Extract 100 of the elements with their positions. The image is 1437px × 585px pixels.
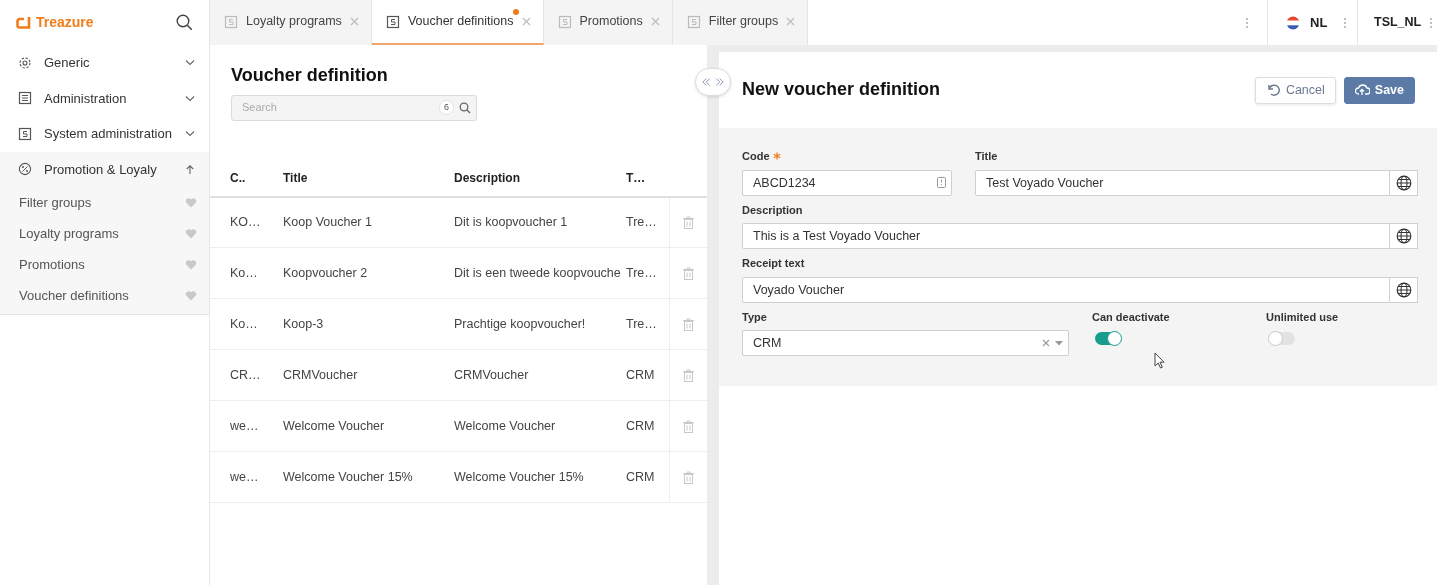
close-icon <box>521 17 531 26</box>
delete-button[interactable] <box>682 470 694 484</box>
dollar-document-icon <box>385 14 400 29</box>
menu-link[interactable]: Promotions <box>19 254 85 275</box>
table-cell: Koopvoucher 2 <box>283 265 368 280</box>
column-header[interactable]: Title <box>283 171 308 186</box>
toggle-switch[interactable] <box>1095 332 1121 345</box>
document-icon <box>937 177 946 188</box>
input-field[interactable]: Voyado Voucher <box>742 276 1390 303</box>
heart-icon <box>185 290 197 301</box>
dollar-document-icon <box>686 14 701 29</box>
table-cell: Welcome Voucher <box>454 418 556 433</box>
table-cell: KO… <box>230 214 261 229</box>
flag-icon <box>1286 15 1300 30</box>
table-cell: Tre… <box>626 265 657 280</box>
translate-button[interactable] <box>1390 169 1418 196</box>
field-label: Title <box>975 149 999 164</box>
delete-button[interactable] <box>682 419 694 433</box>
double-chevron-icon <box>702 77 724 87</box>
gear-icon <box>18 55 32 70</box>
heart-icon <box>185 259 197 270</box>
sidebar-item[interactable]: System administration <box>0 116 209 152</box>
field-label: Code <box>742 148 952 165</box>
column-header[interactable]: C.. <box>230 171 246 186</box>
menu-link[interactable]: Loyalty programs <box>19 223 119 244</box>
input-field[interactable]: ABCD1234 <box>742 169 952 196</box>
delete-button[interactable] <box>682 216 694 230</box>
dollar-document-icon <box>557 14 572 29</box>
field-label: Unlimited use <box>1266 309 1340 325</box>
table-cell: CRM <box>626 418 655 433</box>
kebab-menu-icon <box>1245 16 1249 29</box>
sidebar-item[interactable]: Promotion & Loyaly <box>0 151 209 187</box>
tab[interactable]: Filter groups <box>672 0 809 45</box>
language-label[interactable]: NL <box>1310 12 1333 33</box>
field-label: Receipt text <box>742 256 806 271</box>
globe-icon <box>1395 281 1412 298</box>
percent-icon <box>18 162 32 177</box>
column-header[interactable]: Description <box>454 171 520 186</box>
table-cell: Koop-3 <box>283 316 324 331</box>
chevron-down-icon <box>185 59 195 67</box>
field-label: Can deactivate <box>1092 309 1171 325</box>
tab[interactable]: Promotions <box>543 0 673 45</box>
tenant-label[interactable]: TSL_NL <box>1374 13 1423 32</box>
chevron-down-icon <box>185 94 195 102</box>
globe-icon <box>1395 228 1412 244</box>
panel-title: Voucher definition <box>231 65 389 87</box>
menu-link[interactable]: Voucher definitions <box>19 285 129 306</box>
chevron-down-icon <box>185 130 195 138</box>
cancel-button[interactable]: Cancel <box>1254 76 1336 104</box>
table-cell: we… <box>230 418 259 433</box>
tab[interactable]: Voucher definitions <box>371 0 544 45</box>
table-cell: Tre… <box>626 316 657 331</box>
translate-button[interactable] <box>1390 223 1418 249</box>
table-cell: Koop Voucher 1 <box>283 214 372 229</box>
clear-icon <box>1042 339 1050 347</box>
document-icon <box>18 91 32 106</box>
translate-button[interactable] <box>1390 276 1418 303</box>
kebab-menu-icon <box>1343 16 1347 29</box>
logo-icon <box>16 15 32 30</box>
table-cell: CRMVoucher <box>283 367 358 382</box>
arrow-up-icon <box>185 163 195 175</box>
close-icon <box>650 17 660 26</box>
required-icon <box>772 152 781 160</box>
form-title: New voucher definition <box>742 79 941 101</box>
table-cell: Prachtige koopvoucher! <box>454 316 586 331</box>
search-icon <box>459 101 471 114</box>
delete-button[interactable] <box>682 368 694 382</box>
menu-link[interactable]: Filter groups <box>19 192 92 213</box>
field-label: Type <box>742 309 768 325</box>
dollar-document-icon <box>18 126 32 141</box>
field-label: Description <box>742 202 804 218</box>
toggle-switch[interactable] <box>1269 332 1295 345</box>
type-select[interactable]: CRM <box>742 330 1069 356</box>
collapse-toggle[interactable] <box>695 68 731 96</box>
table-cell: Welcome Voucher <box>283 418 385 433</box>
globe-icon <box>1395 174 1412 191</box>
input-field[interactable]: Test Voyado Voucher <box>975 169 1390 196</box>
save-button[interactable]: Save <box>1343 76 1415 104</box>
column-header[interactable]: T… <box>626 171 646 186</box>
close-icon <box>786 17 796 26</box>
heart-icon <box>185 228 197 239</box>
table-cell: Tre… <box>626 214 657 229</box>
sidebar-item[interactable]: Administration <box>0 80 209 116</box>
input-field[interactable]: This is a Test Voyado Voucher <box>742 223 1390 249</box>
undo-icon <box>1265 83 1281 97</box>
table-cell: Ko… <box>230 265 258 280</box>
table-cell: Dit is een tweede koopvouche <box>454 265 621 280</box>
delete-button[interactable] <box>682 317 694 331</box>
delete-button[interactable] <box>682 266 694 280</box>
sidebar-item[interactable]: Generic <box>0 45 209 81</box>
table-cell: CRM <box>626 367 655 382</box>
table-cell: Dit is koopvoucher 1 <box>454 214 568 229</box>
table-cell: Ko… <box>230 316 258 331</box>
table-cell: CRMVoucher <box>454 367 529 382</box>
dollar-document-icon <box>224 14 238 29</box>
search-button[interactable] <box>176 14 193 31</box>
cloud-upload-icon <box>1354 83 1370 97</box>
table-cell: CR… <box>230 367 261 382</box>
tab[interactable]: Loyalty programs <box>210 0 372 45</box>
logo-text: Treazure <box>36 13 94 32</box>
